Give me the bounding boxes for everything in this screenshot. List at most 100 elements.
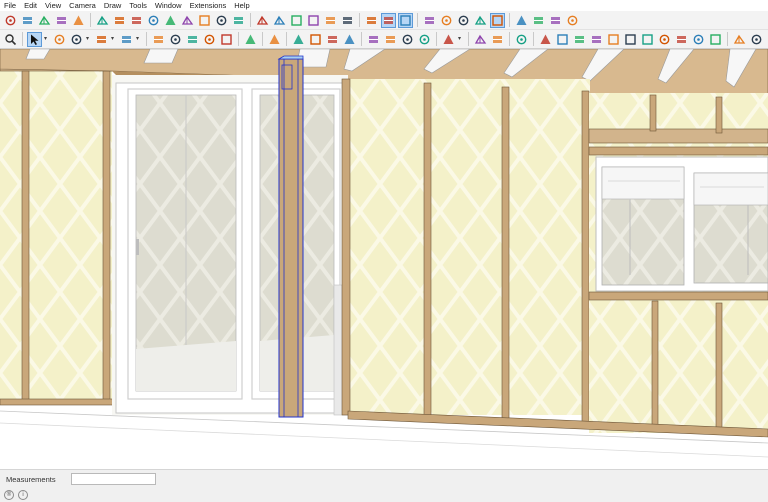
extension-warehouse-icon[interactable] [548,13,563,28]
menu-help[interactable]: Help [234,0,249,11]
walk-icon[interactable] [231,13,246,28]
shaded-icon[interactable] [456,13,471,28]
selected-stud[interactable] [277,55,304,418]
orbit-icon[interactable] [197,13,212,28]
menu-extensions[interactable]: Extensions [190,0,227,11]
framing-icon[interactable] [538,32,553,47]
menu-window[interactable]: Window [155,0,182,11]
offset-icon[interactable] [168,32,183,47]
pencil-icon[interactable] [69,32,84,47]
main-wall[interactable] [341,78,590,426]
move-icon[interactable] [20,13,35,28]
arc-icon[interactable] [37,13,52,28]
paint-bucket-icon[interactable] [267,32,282,47]
section-icon[interactable] [291,32,306,47]
top-view-icon[interactable] [272,13,287,28]
new-file-icon[interactable] [473,32,488,47]
eraser-icon[interactable] [52,32,67,47]
chevron-down-icon[interactable]: ▾ [111,32,116,47]
floor-icon[interactable] [623,32,638,47]
menu-camera[interactable]: Camera [69,0,96,11]
look-around-icon[interactable] [214,13,229,28]
zoom-extents-tool-icon[interactable] [342,32,357,47]
zoom-window-icon[interactable] [146,13,161,28]
zoom-icon[interactable] [129,13,144,28]
select-arrow-icon[interactable] [27,31,42,47]
search-icon[interactable] [3,32,18,47]
truss-icon[interactable] [606,32,621,47]
rectangle-icon[interactable] [119,32,134,47]
menu-tools[interactable]: Tools [129,0,147,11]
stair-icon[interactable] [640,32,655,47]
toolbar-separator [727,32,728,46]
iso-view-icon[interactable] [255,13,270,28]
back-edges-icon[interactable] [398,12,413,28]
chevron-down-icon[interactable]: ▾ [86,32,91,47]
follow-me-icon[interactable] [112,13,127,28]
textured-icon[interactable] [473,13,488,28]
materials-icon[interactable] [383,32,398,47]
zoom-extents-icon[interactable] [163,13,178,28]
menu-view[interactable]: View [45,0,61,11]
geo-location-icon[interactable] [441,32,456,47]
chevron-down-icon[interactable]: ▾ [136,32,141,47]
toolbar-separator [146,32,147,46]
styles-icon[interactable] [400,32,415,47]
xray-icon[interactable] [381,12,396,28]
move-tool-icon[interactable] [185,32,200,47]
menu-edit[interactable]: Edit [24,0,37,11]
previous-view-icon[interactable] [180,13,195,28]
menu-draw[interactable]: Draw [104,0,122,11]
export-icon[interactable] [749,32,764,47]
foundation-icon[interactable] [708,32,723,47]
joist-icon[interactable] [555,32,570,47]
chevron-down-icon[interactable]: ▾ [458,32,463,47]
hidden-line-icon[interactable] [439,13,454,28]
right-view-icon[interactable] [306,13,321,28]
estimate-icon[interactable] [732,32,747,47]
model-viewport[interactable] [0,49,768,469]
door-icon[interactable] [674,32,689,47]
toolbar-separator [533,32,534,46]
menu-bar: File Edit View Camera Draw Tools Window … [0,0,768,11]
line-icon[interactable] [94,32,109,47]
monochrome-icon[interactable] [490,12,505,28]
share-model-icon[interactable] [565,13,580,28]
zoom-tool-icon[interactable] [325,32,340,47]
back-view-icon[interactable] [323,13,338,28]
toolbar-separator [238,32,239,46]
warehouse-icon[interactable] [531,13,546,28]
sandbox-icon[interactable] [514,13,529,28]
select-icon[interactable] [3,13,18,28]
window[interactable] [595,156,768,292]
front-view-icon[interactable] [289,13,304,28]
user-icon[interactable] [490,32,505,47]
model-canvas[interactable] [0,49,768,469]
left-wall[interactable] [0,62,117,406]
window-icon[interactable] [657,32,672,47]
wireframe-icon[interactable] [422,13,437,28]
sliding-door[interactable] [115,82,349,416]
layers-icon[interactable] [417,32,432,47]
tape-measure-icon[interactable] [243,32,258,47]
menu-file[interactable]: File [4,0,16,11]
3d-text-icon[interactable] [71,13,86,28]
info-status-icon[interactable]: i [18,490,28,500]
wall-icon[interactable] [589,32,604,47]
section-plane-icon[interactable] [95,13,110,28]
measurements-input[interactable] [71,473,156,485]
rotate-icon[interactable] [202,32,217,47]
geo-location-status-icon[interactable]: ® [4,490,14,500]
left-view-icon[interactable] [340,13,355,28]
dimension-icon[interactable] [54,13,69,28]
chevron-down-icon[interactable]: ▾ [44,32,49,47]
component-icon[interactable] [366,32,381,47]
push-pull-icon[interactable] [151,32,166,47]
scale-icon[interactable] [219,32,234,47]
toolbar-separator [22,32,23,46]
column-icon[interactable] [691,32,706,47]
roof-icon[interactable] [572,32,587,47]
orbit-tool-icon[interactable] [308,32,323,47]
layout-icon[interactable] [514,32,529,47]
axes-icon[interactable] [364,13,379,28]
